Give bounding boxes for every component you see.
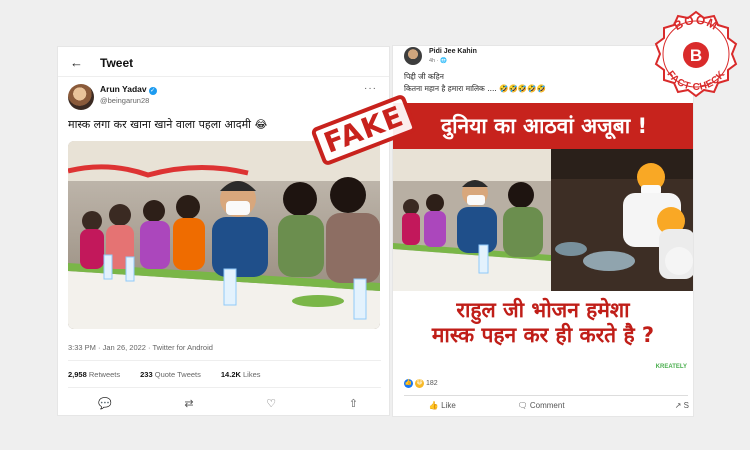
boom-fact-check-logo: BOOM B FACT CHECK xyxy=(654,10,738,98)
divider xyxy=(68,360,381,361)
retweet-icon[interactable]: ⇄ xyxy=(184,397,193,410)
tweet-photo-image xyxy=(68,141,380,329)
retweets-stat[interactable]: 2,958 Retweets xyxy=(68,370,120,379)
back-arrow-icon[interactable]: ← xyxy=(70,55,83,70)
share-label: S xyxy=(683,401,690,410)
like-reaction-icon: 👍 xyxy=(404,379,413,388)
meme-photo-right-image xyxy=(551,149,693,291)
kreately-watermark: KREATELY xyxy=(655,364,687,370)
meme-photo-left-image xyxy=(393,149,551,291)
meme-caption-line1: राहुल जी भोजन हमेशा xyxy=(456,298,630,322)
haha-reaction-icon: 😆 xyxy=(415,379,424,388)
reactions-summary[interactable]: 👍 😆 182 xyxy=(404,379,438,388)
meme-banner: दुनिया का आठवां अजूबा ! xyxy=(393,103,693,149)
fb-post-text-line1: पिद्दी जी कहिन xyxy=(404,72,444,81)
share-button[interactable]: ↗ S xyxy=(590,401,693,410)
quote-tweets-stat[interactable]: 233 Quote Tweets xyxy=(140,370,201,379)
tweet-stats: 2,958 Retweets 233 Quote Tweets 14.2K Li… xyxy=(68,370,261,379)
meme-photo-right[interactable] xyxy=(551,149,693,291)
avatar[interactable] xyxy=(68,84,94,110)
comment-label: Comment xyxy=(529,401,565,410)
badge-letter: B xyxy=(690,46,702,65)
meme-banner-text: दुनिया का आठवां अजूबा ! xyxy=(440,114,648,138)
retweets-count: 2,958 xyxy=(68,370,87,379)
reply-icon[interactable]: 💬 xyxy=(98,397,112,410)
retweets-label: Retweets xyxy=(88,370,121,379)
comment-icon: 🗨 xyxy=(517,401,528,410)
tweet-header: ← Tweet xyxy=(58,47,389,77)
tweet-actions: 💬 ⇄ ♡ ⇧ xyxy=(98,397,358,410)
tweet-author-handle[interactable]: @beingarun28 xyxy=(100,96,149,105)
author-name-text[interactable]: Arun Yadav xyxy=(100,84,147,94)
more-options-icon[interactable]: ··· xyxy=(364,83,377,94)
thumbs-up-icon: 👍 xyxy=(428,401,439,410)
meme-caption: राहुल जी भोजन हमेशा मास्क पहन कर ही करते… xyxy=(393,298,693,348)
tweet-page-title: Tweet xyxy=(100,56,134,70)
tweet-card: ← Tweet Arun Yadav ✓ @beingarun28 ··· मास… xyxy=(57,46,390,416)
tweet-text: मास्क लगा कर खाना खाने वाला पहला आदमी 😂 xyxy=(68,118,268,131)
divider xyxy=(68,387,381,388)
avatar[interactable] xyxy=(404,47,422,65)
like-label: Like xyxy=(441,401,456,410)
tweet-timestamp: 3:33 PM · Jan 26, 2022 · Twitter for And… xyxy=(68,343,213,352)
meme-photo-left[interactable] xyxy=(393,149,551,291)
likes-label: Likes xyxy=(243,370,261,379)
likes-count: 14.2K xyxy=(220,370,241,379)
fb-author-name[interactable]: Pidi Jee Kahin xyxy=(429,48,477,55)
likes-stat[interactable]: 14.2K Likes xyxy=(221,370,261,379)
like-button[interactable]: 👍 Like xyxy=(393,401,492,410)
fb-actions: 👍 Like 🗨 Comment ↗ S xyxy=(393,401,693,410)
verified-badge-icon: ✓ xyxy=(148,87,157,95)
fb-post-text-line2: कितना महान है हमारा मालिक .... 🤣🤣🤣🤣🤣 xyxy=(404,84,546,93)
like-icon[interactable]: ♡ xyxy=(266,397,276,410)
divider xyxy=(404,395,688,396)
facebook-post-card: Pidi Jee Kahin 4h · 🌐 पिद्दी जी कहिन कित… xyxy=(392,45,694,417)
tweet-author-name[interactable]: Arun Yadav ✓ xyxy=(100,84,157,95)
share-icon[interactable]: ⇧ xyxy=(349,397,358,410)
quote-label: Quote Tweets xyxy=(154,370,201,379)
tweet-photo[interactable] xyxy=(68,141,380,329)
reaction-count: 182 xyxy=(426,380,438,387)
meme-caption-line2: मास्क पहन कर ही करते है ? xyxy=(431,323,655,347)
fb-post-time[interactable]: 4h · 🌐 xyxy=(429,58,447,64)
quote-count: 233 xyxy=(140,370,153,379)
comment-button[interactable]: 🗨 Comment xyxy=(492,401,591,410)
share-icon: ↗ xyxy=(674,401,682,410)
